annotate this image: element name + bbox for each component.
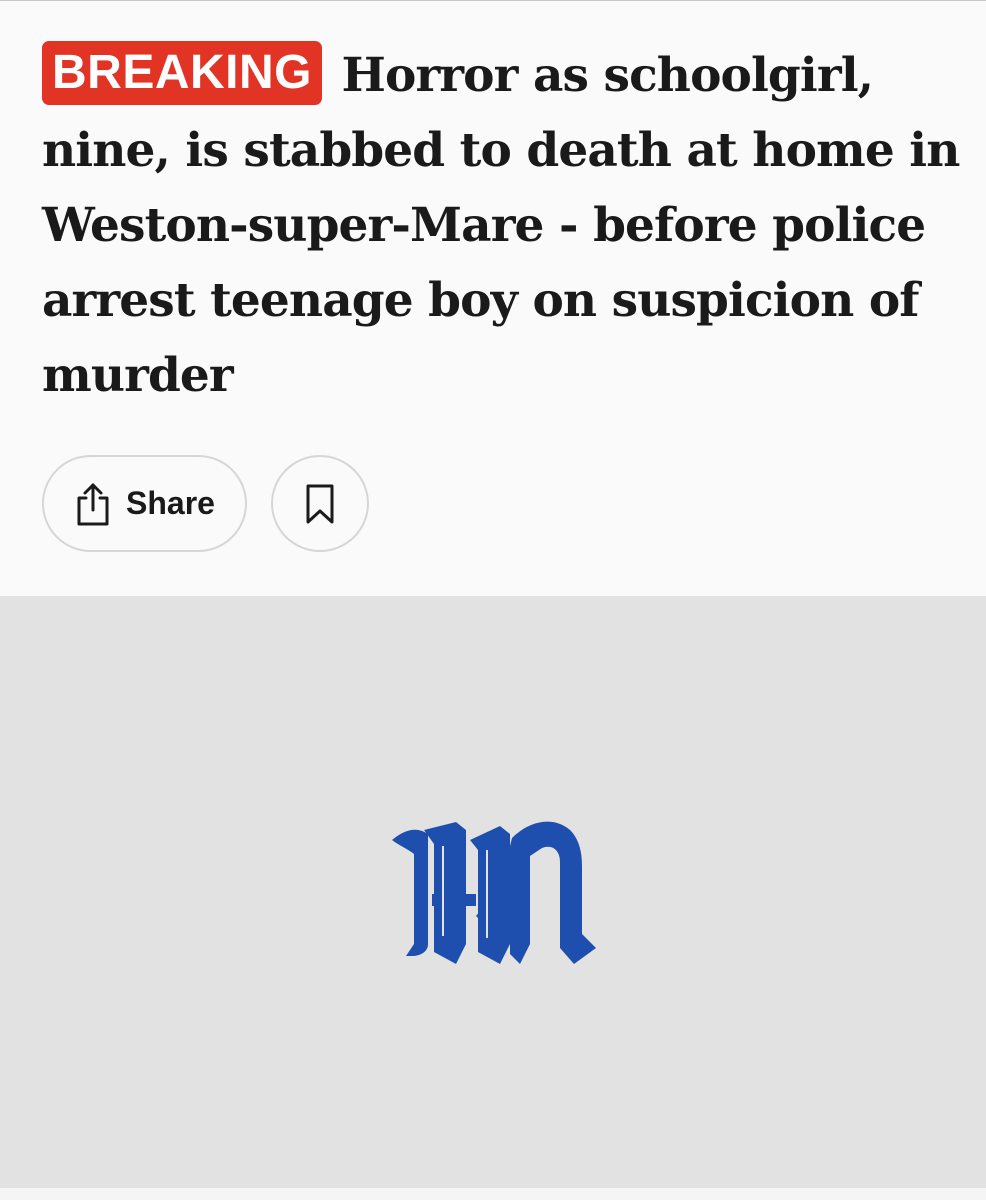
article-actions: Share: [42, 455, 369, 552]
masthead-m-logo: [392, 821, 596, 964]
bottom-strip: [0, 1188, 986, 1200]
breaking-badge: BREAKING: [42, 41, 323, 105]
share-icon: [74, 481, 112, 527]
bookmark-icon: [305, 483, 335, 525]
bookmark-button[interactable]: [271, 455, 369, 552]
article-page: BREAKING Horror as schoolgirl, nine, is …: [0, 0, 986, 1200]
share-label: Share: [126, 485, 215, 521]
article-headline: BREAKING Horror as schoolgirl, nine, is …: [42, 38, 962, 413]
top-divider: [0, 0, 986, 1]
share-button[interactable]: Share: [42, 455, 247, 552]
